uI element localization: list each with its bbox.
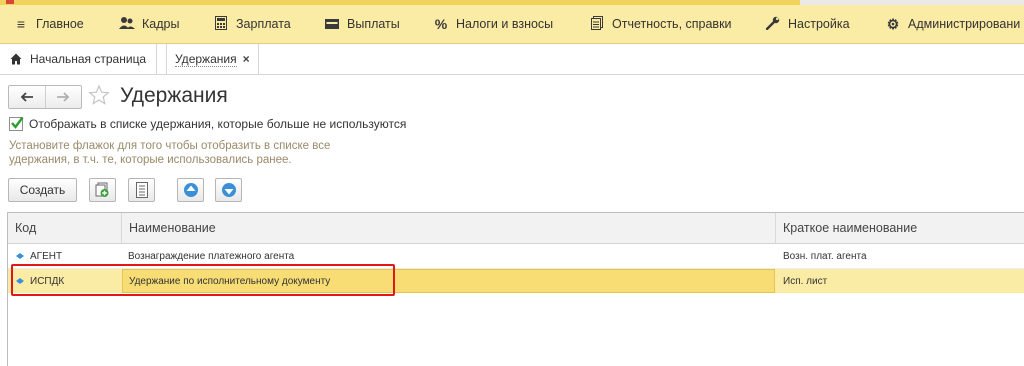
main-menu-bar: ≡ Главное Кадры Зарплата Выплаты % Налог… — [0, 5, 1024, 44]
home-icon — [10, 53, 22, 65]
menu-label: Налоги и взносы — [456, 17, 554, 31]
column-header-name[interactable]: Наименование — [122, 213, 776, 243]
menu-label: Кадры — [142, 17, 180, 31]
forward-button[interactable] — [44, 86, 82, 108]
menu-label: Настройка — [788, 17, 850, 31]
menu-label: Главное — [36, 17, 84, 31]
show-unused-checkbox[interactable] — [9, 116, 24, 131]
column-header-short-name[interactable]: Краткое наименование — [776, 213, 1024, 243]
move-down-icon — [221, 183, 236, 197]
wrench-icon — [764, 16, 782, 33]
hint-text: Установите флажок для того чтобы отобраз… — [9, 140, 331, 166]
move-down-button[interactable] — [215, 178, 242, 202]
move-up-icon — [183, 183, 198, 197]
checkmark-icon — [11, 116, 24, 129]
copy-add-button[interactable] — [89, 178, 116, 202]
cell-short-name: Исп. лист — [783, 275, 828, 287]
arrow-right-icon — [57, 92, 70, 102]
cell-code-text: АГЕНТ — [30, 250, 63, 262]
back-button[interactable] — [9, 86, 45, 108]
menu-taxes[interactable]: % Налоги и взносы — [432, 5, 553, 43]
menu-main[interactable]: ≡ Главное — [12, 5, 84, 43]
menu-label: Администрировани — [908, 17, 1021, 31]
page-title: Удержания — [120, 84, 228, 107]
cell-short-name: Возн. плат. агента — [783, 250, 867, 262]
wallet-icon — [323, 16, 341, 32]
menu-settings[interactable]: Настройка — [764, 5, 850, 43]
report-icon — [588, 15, 606, 33]
menu-label: Выплаты — [347, 17, 400, 31]
column-header-code[interactable]: Код — [8, 213, 122, 243]
favorite-star-icon[interactable] — [88, 84, 110, 106]
show-unused-checkbox-label: Отображать в списке удержания, которые б… — [29, 117, 407, 131]
people-icon — [118, 16, 136, 33]
copy-add-icon — [95, 182, 108, 197]
percent-icon: % — [434, 16, 448, 32]
tab-deductions[interactable]: Удержания × — [166, 44, 259, 74]
app-logo-icon — [6, 0, 14, 4]
table-header: Код Наименование Краткое наименование — [8, 213, 1024, 244]
tab-home-label: Начальная страница — [30, 52, 147, 66]
move-up-button[interactable] — [177, 178, 204, 202]
calculator-icon — [212, 15, 230, 33]
row-marker-icon — [16, 253, 24, 259]
list-button[interactable] — [128, 178, 155, 202]
show-unused-checkbox-row[interactable]: Отображать в списке удержания, которые б… — [9, 116, 407, 131]
create-button[interactable]: Создать — [8, 178, 77, 202]
annotation-highlight-box — [11, 264, 395, 296]
arrow-left-icon — [20, 92, 33, 102]
open-tabs-bar: Начальная страница Удержания × — [0, 44, 1024, 75]
close-icon[interactable]: × — [243, 52, 250, 66]
history-nav — [8, 85, 82, 109]
menu-reports[interactable]: Отчетность, справки — [588, 5, 732, 43]
menu-label: Отчетность, справки — [612, 17, 732, 31]
menu-payments[interactable]: Выплаты — [323, 5, 400, 43]
menu-admin[interactable]: ⚙ Администрировани — [884, 5, 1021, 43]
gear-icon: ⚙ — [886, 15, 900, 32]
menu-salary[interactable]: Зарплата — [212, 5, 291, 43]
tab-deductions-label: Удержания — [175, 51, 237, 67]
menu-hr[interactable]: Кадры — [118, 5, 179, 43]
menu-label: Зарплата — [236, 17, 291, 31]
list-icon — [135, 182, 148, 198]
hamburger-icon: ≡ — [16, 16, 26, 32]
tab-home[interactable]: Начальная страница — [0, 44, 158, 74]
